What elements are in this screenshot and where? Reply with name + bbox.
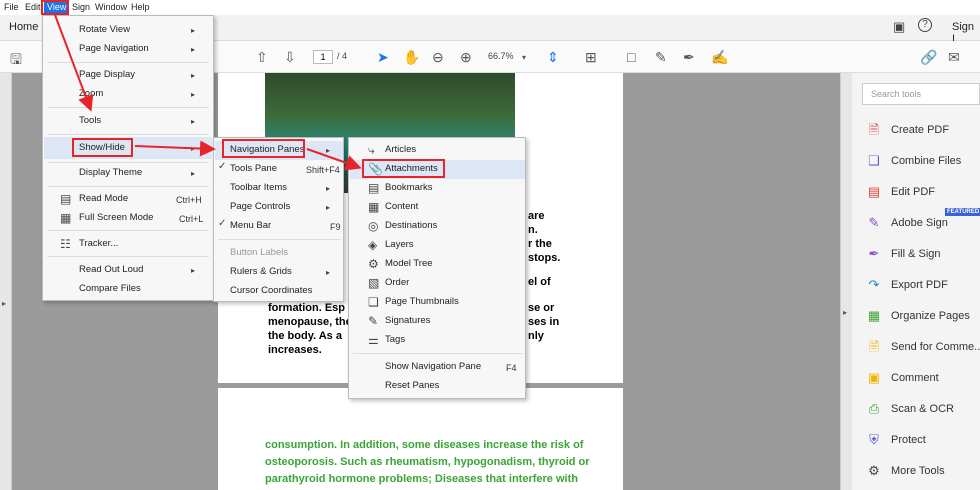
arrow-view-to-showhide	[54, 14, 94, 112]
arrow-navpanes-to-attachments	[306, 148, 362, 171]
annotation-arrows	[54, 14, 362, 171]
arrow-showhide-to-navpanes	[134, 140, 216, 157]
